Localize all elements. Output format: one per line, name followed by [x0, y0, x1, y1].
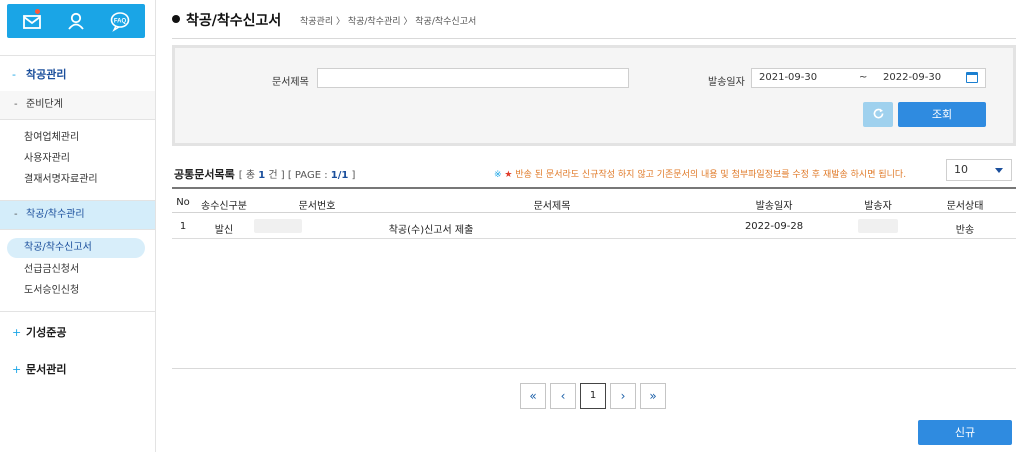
faq-icon-label: FAQ: [114, 19, 127, 25]
return-notice: ※ ★ 반송 된 문서라도 신규작성 하지 않고 기존문서의 내용 및 첨부파일…: [494, 167, 906, 180]
column-header-doc-no: 문서번호: [298, 201, 336, 212]
nav-group-label: 착공관리: [26, 68, 67, 81]
nav-item-advance-payment[interactable]: 선급금신청서: [24, 261, 79, 279]
cell-no: 1: [179, 221, 187, 232]
date-separator: ~: [859, 72, 868, 83]
date-range-field[interactable]: 2021-09-30 ~ 2022-09-30: [751, 68, 986, 88]
column-header-direction: 송수신구분: [201, 201, 247, 212]
doc-title-label: 문서제목: [272, 77, 309, 88]
expand-icon: +: [12, 363, 22, 376]
sidebar-divider: [0, 311, 155, 312]
nav-group-label: 문서관리: [26, 363, 67, 376]
table-bottom-border: [172, 368, 1016, 369]
search-button[interactable]: 조회: [898, 102, 986, 127]
list-title-text: 공통문서목록: [174, 168, 235, 181]
user-icon[interactable]: [65, 10, 87, 32]
collapse-icon: -: [14, 99, 18, 110]
nav-item-drawing-approval[interactable]: 도서승인신청: [24, 282, 79, 300]
prev-page-button[interactable]: ‹: [550, 383, 576, 409]
app-root: FAQ - 착공관리 - 준비단계 참여업체관리 사용자관리 결재서명자료관리 -착…: [0, 0, 1024, 452]
mail-notification-dot: [35, 9, 40, 14]
cell-doc-no-redacted: [254, 219, 302, 233]
nav-sub-label: 착공/착수관리: [26, 209, 85, 220]
breadcrumb: 착공관리 〉 착공/착수관리 〉 착공/착수신고서: [300, 17, 477, 27]
notice-text: 반송 된 문서라도 신규작성 하지 않고 기존문서의 내용 및 첨부파일정보를 …: [515, 170, 907, 180]
nav-group-completion[interactable]: + 기성준공: [12, 324, 66, 340]
page-size-select[interactable]: 10: [946, 159, 1012, 181]
cell-sender-redacted: [858, 219, 898, 233]
current-page-button[interactable]: 1: [580, 383, 606, 409]
nav-item-participants[interactable]: 참여업체관리: [24, 129, 79, 147]
date-to[interactable]: 2022-09-30: [883, 69, 941, 87]
date-label: 발송일자: [708, 77, 745, 88]
new-document-button[interactable]: 신규: [918, 420, 1012, 445]
notice-mark-icon: ※: [494, 170, 502, 180]
doc-title-input[interactable]: [317, 68, 629, 88]
nav-group-documents[interactable]: + 문서관리: [12, 361, 66, 377]
column-header-no: No: [176, 197, 190, 208]
nav-item-signers[interactable]: 결재서명자료관리: [24, 171, 98, 189]
column-header-doc-title: 문서제목: [533, 201, 571, 212]
column-header-sent-date: 발송일자: [755, 201, 793, 212]
nav-sub-prep[interactable]: - 준비단계: [0, 91, 155, 119]
nav-group-label: 기성준공: [26, 326, 67, 339]
star-icon: ★: [504, 170, 513, 180]
table-row[interactable]: 1 발신 착공(수)신고서 제출 2022-09-28 반송: [172, 213, 1016, 239]
faq-icon[interactable]: FAQ: [109, 10, 131, 32]
sidebar-top-bar: FAQ: [7, 4, 145, 38]
next-page-button[interactable]: ›: [610, 383, 636, 409]
cell-direction: 발신: [214, 225, 234, 236]
search-panel: 문서제목 발송일자 2021-09-30 ~ 2022-09-30 조회: [172, 45, 1016, 146]
expand-icon: +: [12, 326, 22, 339]
title-bullet-icon: [172, 15, 180, 23]
sidebar: FAQ - 착공관리 - 준비단계 참여업체관리 사용자관리 결재서명자료관리 -착…: [0, 0, 156, 452]
refresh-button[interactable]: [863, 102, 893, 127]
calendar-icon[interactable]: [966, 72, 978, 83]
nav-item-users[interactable]: 사용자관리: [24, 150, 70, 168]
column-header-status: 문서상태: [946, 201, 984, 212]
list-count: [ 총 1 건 ] [ PAGE : 1/1 ]: [238, 170, 356, 181]
list-title: 공통문서목록[ 총 1 건 ] [ PAGE : 1/1 ]: [174, 166, 355, 182]
sidebar-divider: [0, 55, 155, 56]
first-page-button[interactable]: «: [520, 383, 546, 409]
collapse-icon: -: [12, 68, 16, 81]
title-divider: [172, 38, 1016, 39]
nav-sub-start[interactable]: - 착공/착수관리: [0, 201, 155, 229]
table-header: No 송수신구분 문서번호 문서제목 발송일자 발송자 문서상태: [172, 187, 1016, 213]
cell-sent-date: 2022-09-28: [744, 221, 804, 232]
cell-status: 반송: [955, 225, 975, 236]
sidebar-divider: [0, 229, 155, 230]
column-header-sender: 발송자: [864, 201, 892, 212]
refresh-icon: [873, 108, 883, 119]
nav-group-construction[interactable]: - 착공관리: [12, 66, 66, 82]
chevron-down-icon: [995, 168, 1003, 173]
page-size-value: 10: [954, 163, 968, 176]
date-from[interactable]: 2021-09-30: [759, 69, 817, 87]
page-title-text: 착공/착수신고서: [186, 13, 282, 29]
nav-sub-label: 준비단계: [26, 99, 63, 110]
sidebar-divider: [0, 119, 155, 120]
mail-icon[interactable]: [21, 10, 43, 32]
collapse-icon: -: [14, 209, 18, 220]
page-title: 착공/착수신고서: [172, 10, 281, 30]
cell-doc-title[interactable]: 착공(수)신고서 제출: [389, 221, 474, 236]
nav-item-start-report[interactable]: 착공/착수신고서: [7, 238, 145, 258]
last-page-button[interactable]: »: [640, 383, 666, 409]
